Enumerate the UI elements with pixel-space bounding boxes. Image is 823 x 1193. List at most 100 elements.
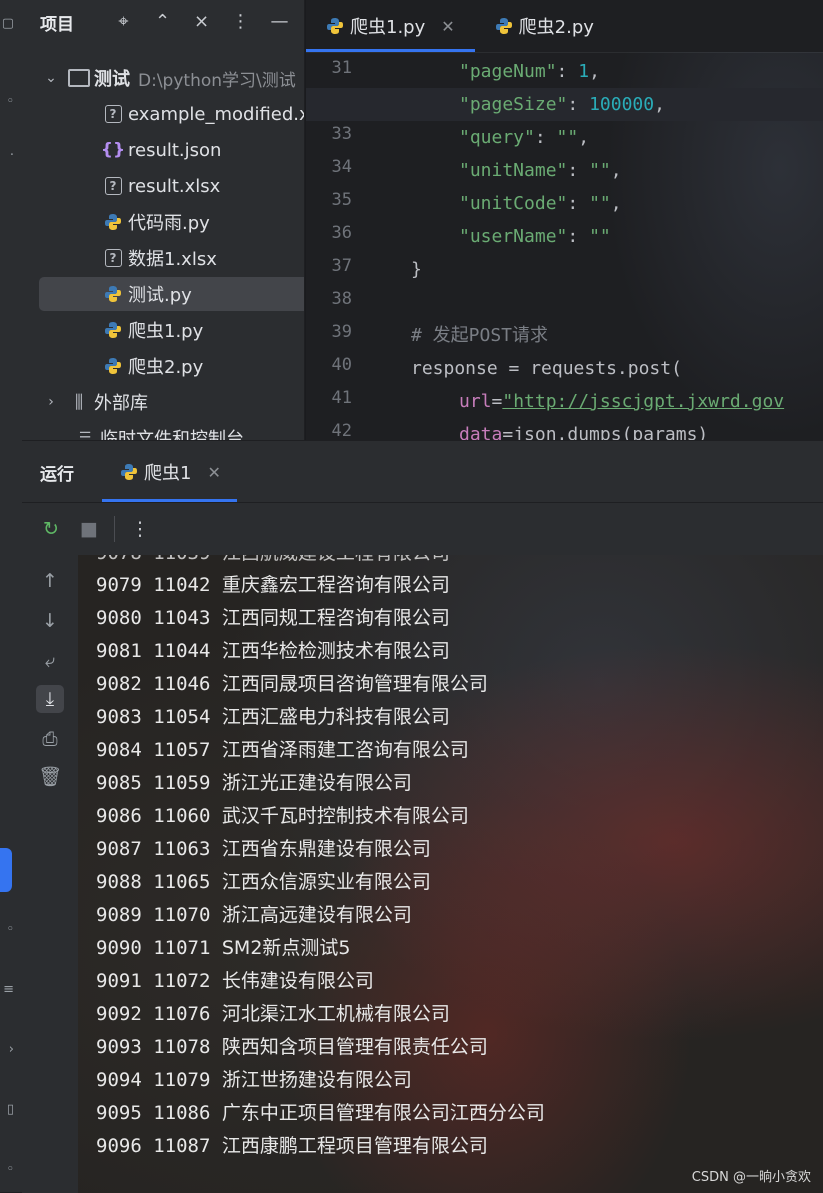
row-company-name: 江西华检检测技术有限公司 <box>221 640 450 662</box>
run-tool-active-indicator[interactable] <box>0 848 12 892</box>
close-icon[interactable]: ✕ <box>207 463 220 482</box>
locate-file-icon[interactable]: ⌖ <box>104 10 143 34</box>
run-toolbar: ↻ ■ ⋮ <box>22 502 823 555</box>
code-area[interactable]: "pageNum": 1, "pageSize": 100000, "query… <box>306 52 823 440</box>
file-name: result.xlsx <box>128 175 221 197</box>
row-company-name: 广东中正项目管理有限公司江西分公司 <box>221 1102 545 1124</box>
more-options-icon[interactable]: ⋮ <box>221 10 260 34</box>
problems-tool-icon[interactable]: › <box>0 1040 14 1060</box>
commit-tool-icon[interactable]: ◦ <box>0 92 14 112</box>
row-index: 9086 <box>96 805 142 827</box>
tree-file-item[interactable]: 爬虫2.py <box>22 349 304 383</box>
console-line: 9092 11076 河北渠江水工机械有限公司 <box>96 998 450 1031</box>
line-number: 37 <box>331 256 352 276</box>
console-line: 9083 11054 江西汇盛电力科技有限公司 <box>96 701 450 734</box>
tree-scratches[interactable]: ☰ 临时文件和控制台 <box>22 421 304 440</box>
line-number: 39 <box>331 322 352 342</box>
scratches-label: 临时文件和控制台 <box>100 429 244 440</box>
expand-all-icon[interactable]: ⌃ <box>143 10 182 34</box>
row-index: 9081 <box>96 640 142 662</box>
root-folder-name: 测试 <box>94 69 130 90</box>
tree-file-item[interactable]: 爬虫1.py <box>22 313 304 347</box>
close-icon[interactable]: ✕ <box>441 17 454 36</box>
hide-panel-icon[interactable]: — <box>260 10 299 34</box>
console-output[interactable]: 9078 11039 江西航威建设工程有限公司 9079 11042 重庆鑫宏工… <box>78 555 823 1193</box>
more-options-icon[interactable]: ⋮ <box>121 518 159 540</box>
editor-tabs: 爬虫1.py ✕ 爬虫2.py <box>306 0 823 53</box>
root-folder-path: D:\python学习\测试 <box>138 70 296 91</box>
rerun-icon[interactable]: ↻ <box>32 518 70 540</box>
git-tool-icon[interactable]: ▯ <box>0 1100 14 1120</box>
python-file-icon <box>102 319 124 341</box>
file-name: result.json <box>128 139 222 161</box>
row-code: 11057 <box>153 739 211 761</box>
unknown-file-icon: ? <box>102 103 124 125</box>
soft-wrap-icon[interactable]: ⤶ <box>36 647 64 675</box>
project-toolbar: ⌖ ⌃ ⨯ ⋮ — <box>104 10 299 34</box>
tab-crawler2[interactable]: 爬虫2.py <box>475 0 614 52</box>
code-line: "unitName": "", <box>459 160 622 181</box>
run-title: 运行 <box>40 464 74 485</box>
row-code: 11065 <box>153 871 211 893</box>
row-company-name: 江西众信源实业有限公司 <box>221 871 431 893</box>
tree-file-item[interactable]: ? 数据1.xlsx <box>22 241 304 275</box>
library-icon: ⫼ <box>74 391 84 413</box>
editor-area: 爬虫1.py ✕ 爬虫2.py 31 32 33 34 35 36 37 38 … <box>305 0 823 440</box>
row-company-name: 长伟建设有限公司 <box>221 970 374 992</box>
row-index: 9079 <box>96 574 142 596</box>
tree-file-item-selected[interactable]: 测试.py <box>39 277 304 311</box>
tree-file-item[interactable]: {} result.json <box>22 133 304 167</box>
structure-tool-icon[interactable]: · <box>0 146 14 166</box>
row-code: 11070 <box>153 904 211 926</box>
row-company-name: 江西同晟项目咨询管理有限公司 <box>221 673 488 695</box>
tab-crawler1[interactable]: 爬虫1.py ✕ <box>306 0 475 52</box>
tree-file-item[interactable]: ? result.xlsx <box>22 169 304 203</box>
row-company-name: 武汉千瓦时控制技术有限公司 <box>221 805 469 827</box>
scroll-to-end-icon[interactable]: ⤓ <box>36 685 64 713</box>
code-line: "userName": "" <box>459 226 611 247</box>
terminal-tool-icon[interactable]: ≡ <box>0 980 14 1000</box>
notifications-tool-icon[interactable]: ◦ <box>0 1160 14 1180</box>
row-index: 9095 <box>96 1102 142 1124</box>
console-line: 9096 11087 江西康鹏工程项目管理有限公司 <box>96 1130 488 1163</box>
run-header: 运行 爬虫1 ✕ <box>22 442 823 502</box>
row-code: 11043 <box>153 607 211 629</box>
print-icon[interactable]: ⎙ <box>36 725 64 753</box>
run-tab[interactable]: 爬虫1 ✕ <box>102 442 237 502</box>
trash-icon[interactable]: 🗑 <box>36 763 64 791</box>
file-name: 测试.py <box>128 285 192 306</box>
project-title: 项目 <box>40 14 74 35</box>
unknown-file-icon: ? <box>102 247 124 269</box>
line-number: 42 <box>331 421 352 440</box>
run-tab-label: 爬虫1 <box>144 463 192 484</box>
python-file-icon <box>102 355 124 377</box>
run-panel: 运行 爬虫1 ✕ ↻ ■ ⋮ ↑ ↓ ⤶ ⤓ ⎙ 🗑 9078 11039 江西… <box>22 441 823 1193</box>
console-line: 9084 11057 江西省泽雨建工咨询有限公司 <box>96 734 469 767</box>
collapse-all-icon[interactable]: ⨯ <box>182 10 221 34</box>
tree-file-item[interactable]: ? example_modified.xl <box>22 97 304 131</box>
tree-root-folder[interactable]: ⌄ 测试 D:\python学习\测试 <box>22 61 304 95</box>
row-code: 11078 <box>153 1036 211 1058</box>
services-tool-icon[interactable]: ◦ <box>0 920 14 940</box>
console-line: 9091 11072 长伟建设有限公司 <box>96 965 374 998</box>
stop-icon[interactable]: ■ <box>70 518 108 540</box>
row-code: 11060 <box>153 805 211 827</box>
project-tool-icon[interactable]: ▢ <box>0 14 14 34</box>
scroll-up-icon[interactable]: ↑ <box>36 567 64 595</box>
chevron-down-icon[interactable]: ⌄ <box>42 70 60 86</box>
row-code: 11059 <box>153 772 211 794</box>
tree-file-item[interactable]: 代码雨.py <box>22 205 304 239</box>
line-number: 31 <box>331 58 352 78</box>
console-line: 9081 11044 江西华检检测技术有限公司 <box>96 635 450 668</box>
chevron-right-icon[interactable]: › <box>42 394 60 410</box>
row-company-name: 浙江高远建设有限公司 <box>221 904 412 926</box>
scroll-down-icon[interactable]: ↓ <box>36 607 64 635</box>
toolbar-divider <box>114 516 115 542</box>
row-code: 11072 <box>153 970 211 992</box>
tree-external-libraries[interactable]: › ⫼ 外部库 <box>22 385 304 419</box>
json-file-icon: {} <box>100 140 126 160</box>
row-code: 11063 <box>153 838 211 860</box>
row-index: 9090 <box>96 937 142 959</box>
row-code: 11054 <box>153 706 211 728</box>
folder-icon <box>68 67 90 89</box>
